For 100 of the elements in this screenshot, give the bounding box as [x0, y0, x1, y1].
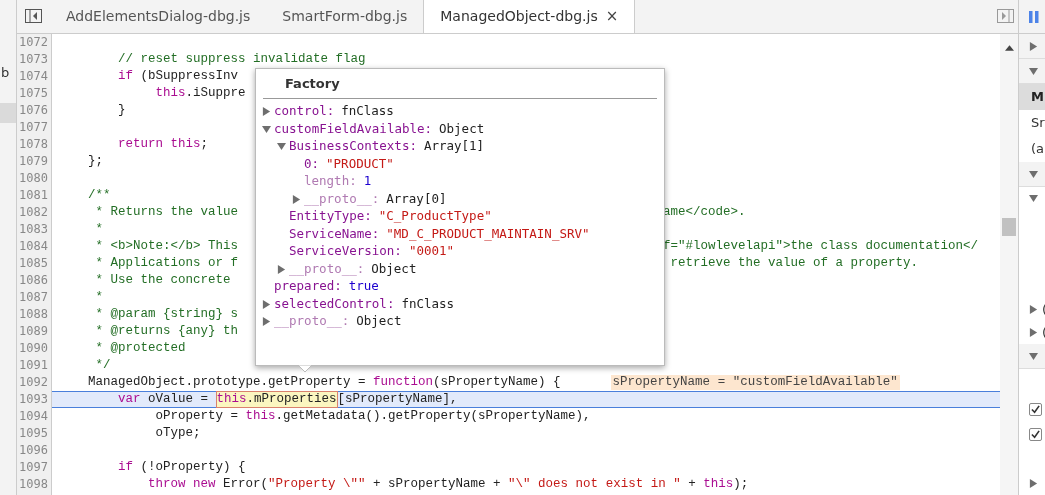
expand-triangle-icon[interactable]: [1029, 479, 1038, 488]
section-header[interactable]: [1019, 34, 1045, 59]
property-name: control:: [274, 102, 335, 121]
line-number: 1091: [18, 357, 49, 374]
line-number: 1086: [18, 272, 49, 289]
line-number: 1075: [18, 85, 49, 102]
property-value: Array[1]: [423, 137, 485, 156]
expand-triangle-icon[interactable]: [1029, 305, 1038, 314]
pause-icon[interactable]: [1029, 10, 1039, 23]
code-token: ;: [200, 137, 209, 152]
code-token: var: [117, 392, 141, 407]
file-tab[interactable]: SmartForm-dbg.js: [266, 0, 424, 33]
code-token: function: [373, 375, 434, 390]
code-token: "Property \"": [268, 477, 366, 492]
expand-triangle-icon[interactable]: [292, 194, 301, 204]
code-token: ame</code>.: [663, 205, 746, 219]
code-token: *: [94, 222, 103, 237]
expand-triangle-icon[interactable]: [262, 107, 271, 117]
property-value: true: [348, 277, 379, 296]
collapse-triangle-icon[interactable]: [1029, 194, 1038, 203]
line-number: 1090: [18, 340, 49, 357]
code-token: (sPropertyName) {: [433, 375, 561, 390]
property-value: Object: [439, 119, 485, 138]
code-token: oProperty =: [154, 409, 240, 424]
code-token: + sPropertyName +: [372, 477, 502, 492]
property-name: EntityType:: [289, 207, 372, 226]
line-number: 1074: [18, 68, 49, 85]
file-tab[interactable]: AddElementsDialog-dbg.js: [50, 0, 267, 33]
collapse-triangle-icon[interactable]: [1029, 169, 1038, 179]
property-value: "0001": [408, 242, 455, 261]
call-frame-item[interactable]: Sr: [1019, 110, 1045, 136]
code-token: +: [687, 477, 697, 492]
code-token: * @returns {any} th: [94, 324, 239, 339]
property-name: BusinessContexts:: [289, 137, 417, 156]
line-number: 1076: [18, 102, 49, 119]
section-header[interactable]: [1019, 344, 1045, 369]
code-token: (bSuppressInv: [139, 69, 239, 84]
line-number: 1098: [18, 476, 49, 493]
code-token: * @param {string} s: [94, 307, 239, 322]
scrollbar-thumb[interactable]: [1002, 218, 1016, 236]
sidebar-toggle-icon[interactable]: [25, 9, 42, 23]
line-number: 1080: [18, 170, 49, 187]
code-token: return this: [117, 137, 201, 152]
property-name: prepared:: [274, 277, 342, 296]
call-frame-item[interactable]: (a: [1019, 136, 1045, 162]
expand-triangle-icon[interactable]: [262, 299, 271, 309]
expand-triangle-icon[interactable]: [277, 264, 286, 274]
code-token: "\" does not exist in ": [508, 477, 681, 492]
debugger-toggle-icon[interactable]: [997, 9, 1014, 23]
property-value: Object: [356, 312, 402, 331]
code-token: * Use the concrete: [94, 273, 231, 288]
code-token: .iSuppre: [185, 86, 246, 101]
line-number: 1095: [18, 425, 49, 442]
line-number: 1087: [18, 289, 49, 306]
property-name: __proto__:: [304, 189, 380, 208]
scroll-up-icon[interactable]: [1004, 45, 1014, 51]
call-frame-item[interactable]: M: [1019, 84, 1045, 110]
expand-triangle-icon[interactable]: [1029, 41, 1038, 51]
panel-text: b: [0, 64, 11, 81]
file-tab[interactable]: ManagedObject-dbg.js ×: [423, 0, 636, 33]
code-token: f="#lowlevelapi">the class documentation</: [663, 239, 979, 253]
highlighted-expression: this.mProperties: [215, 391, 338, 408]
property-name: __proto__:: [289, 259, 365, 278]
property-value: fnClass: [401, 294, 455, 313]
code-token: ManagedObject.prototype.getProperty =: [87, 375, 367, 390]
line-number: 1092: [18, 374, 49, 391]
code-token: // reset suppress invalidate flag: [117, 52, 366, 67]
checkbox[interactable]: [1029, 428, 1042, 441]
code-token: * Returns the value: [94, 205, 239, 219]
checkbox[interactable]: [1029, 403, 1042, 416]
collapse-triangle-icon[interactable]: [1029, 66, 1038, 76]
section-header[interactable]: [1019, 162, 1045, 187]
line-number: 1093: [18, 391, 49, 408]
line-number: 1089: [18, 323, 49, 340]
property-name: selectedControl:: [274, 294, 395, 313]
expand-triangle-icon[interactable]: [1029, 328, 1038, 337]
code-token: throw new: [147, 477, 216, 492]
line-number: 1078: [18, 136, 49, 153]
line-number: 1085: [18, 255, 49, 272]
code-token: Error(: [222, 477, 269, 492]
line-number: 1073: [18, 51, 49, 68]
code-token: this: [245, 409, 276, 424]
line-number: 1077: [18, 119, 49, 136]
code-token: (!oProperty) {: [139, 460, 246, 475]
inline-value-hint: sPropertyName = "customFieldAvailable": [610, 375, 900, 390]
code-token: this: [703, 477, 734, 492]
collapse-triangle-icon[interactable]: [277, 142, 286, 152]
code-token: *: [94, 290, 103, 305]
code-token: if: [117, 460, 133, 475]
collapse-triangle-icon[interactable]: [1029, 351, 1038, 361]
property-value: Array[0]: [386, 189, 447, 208]
expand-triangle-icon[interactable]: [262, 317, 271, 327]
code-token: * <b>Note:</b> This: [94, 239, 239, 253]
section-header[interactable]: [1019, 59, 1045, 84]
collapse-triangle-icon[interactable]: [262, 124, 271, 134]
scrollbar[interactable]: [1000, 34, 1018, 495]
popover-title: Factory: [284, 74, 340, 93]
code-token: retrieve the value of a property.: [669, 256, 919, 270]
close-icon[interactable]: ×: [605, 5, 619, 28]
property-name: 0:: [304, 154, 320, 173]
